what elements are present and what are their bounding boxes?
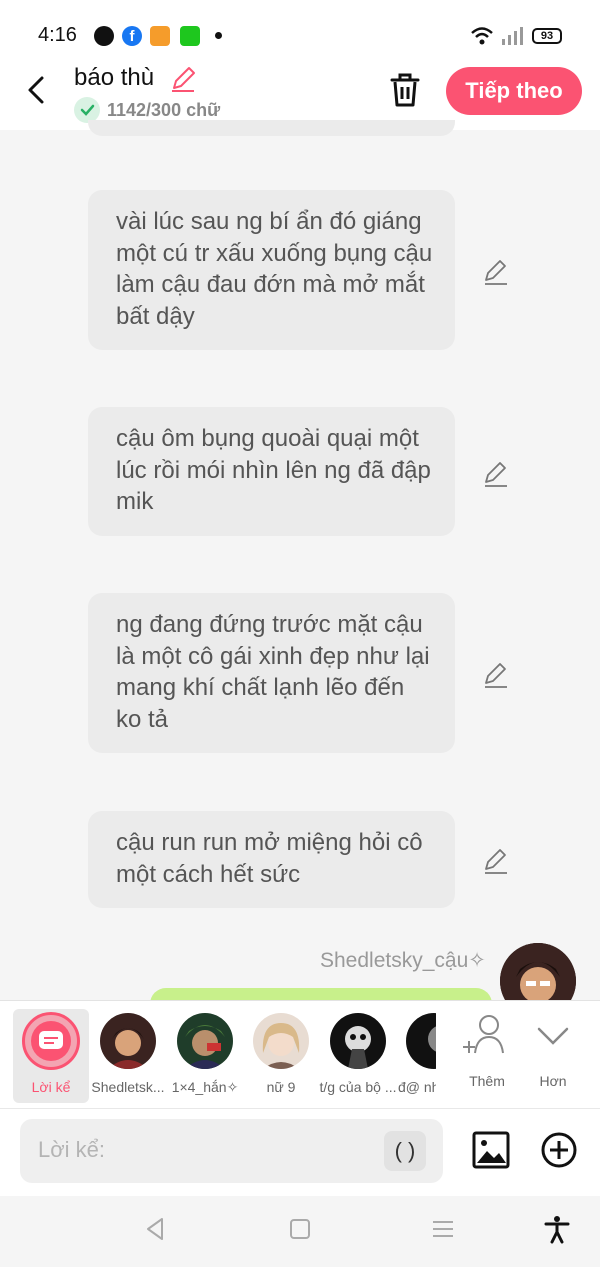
story-title: báo thù (74, 64, 155, 91)
image-icon[interactable] (472, 1131, 510, 1169)
narrator-icon (22, 1012, 80, 1070)
input-area: Lời kể: ( ) (0, 1108, 600, 1196)
chevron-down-icon (537, 1027, 569, 1045)
nav-home-icon[interactable] (285, 1214, 315, 1244)
message-bubble[interactable]: cậu ôm bụng quoài quại một lúc rồi mói n… (88, 407, 455, 536)
character-avatar (253, 1013, 309, 1069)
message-bubble[interactable]: vài lúc sau ng bí ẩn đó giáng một cú tr … (88, 190, 455, 350)
wifi-icon (471, 27, 493, 45)
delete-button[interactable] (386, 70, 424, 110)
character-label: 1×4_hắn✧ (171, 1079, 239, 1095)
character-narrator[interactable]: Lời kể (13, 1009, 89, 1103)
edit-message-icon[interactable] (482, 661, 510, 689)
character-label: t/g của bộ ... (319, 1079, 397, 1095)
parentheses-button[interactable]: ( ) (384, 1131, 426, 1171)
character-item[interactable]: t/g của bộ ... (319, 1009, 397, 1103)
character-item[interactable]: Shedletsk... (90, 1009, 166, 1103)
more-button[interactable]: Hơn (521, 1011, 585, 1101)
battery-icon: 93 (532, 28, 562, 44)
character-bar: Lời kể Shedletsk... 1×4_hắn✧ nữ 9 t/g củ… (0, 1000, 600, 1108)
status-bar: 4:16 f 93 (0, 0, 600, 60)
character-label: đ@ nh (398, 1079, 436, 1095)
back-button[interactable] (22, 72, 54, 108)
system-nav-bar (0, 1196, 600, 1267)
previous-message-bubble[interactable] (88, 120, 455, 136)
nav-recents-icon[interactable] (428, 1214, 458, 1244)
edit-message-icon[interactable] (482, 460, 510, 488)
sheet-icon (180, 26, 200, 46)
character-avatar (177, 1013, 233, 1069)
input-placeholder: Lời kể: (38, 1137, 106, 1162)
character-avatar (100, 1013, 156, 1069)
message-bubble[interactable]: ng đang đứng trước mặt cậu là một cô gái… (88, 593, 455, 753)
more-label: Hơn (539, 1073, 567, 1089)
character-avatar (330, 1013, 386, 1069)
messenger-icon (94, 26, 114, 46)
character-label: nữ 9 (266, 1079, 296, 1095)
status-time: 4:16 (38, 24, 77, 46)
edit-message-icon[interactable] (482, 258, 510, 286)
nav-back-icon[interactable] (140, 1214, 170, 1244)
message-bubble[interactable]: cậu run run mở miệng hỏi cô một cách hết… (88, 811, 455, 908)
word-count: 1142/300 chữ (107, 100, 221, 120)
character-item[interactable]: đ@ nh (396, 1009, 436, 1103)
add-icon[interactable] (540, 1131, 578, 1169)
accessibility-icon[interactable] (542, 1214, 572, 1244)
narration-input[interactable]: Lời kể: ( ) (20, 1119, 443, 1183)
edit-message-icon[interactable] (482, 847, 510, 875)
character-avatar (406, 1013, 436, 1069)
character-item[interactable]: 1×4_hắn✧ (167, 1009, 243, 1103)
add-label: Thêm (469, 1073, 505, 1089)
add-person-icon (463, 1015, 504, 1054)
next-button[interactable]: Tiếp theo (446, 67, 582, 115)
speaker-name: Shedletsky_cậu✧ (320, 949, 486, 972)
game-icon (150, 26, 170, 46)
character-label: Shedletsk... (91, 1079, 165, 1095)
notification-dot (215, 32, 222, 39)
character-label: Lời kể (31, 1079, 71, 1095)
edit-title-icon[interactable] (168, 64, 198, 94)
character-item[interactable]: nữ 9 (243, 1009, 319, 1103)
add-character-button[interactable]: Thêm (455, 1011, 519, 1101)
signal-icon (502, 27, 523, 45)
facebook-icon: f (122, 26, 142, 46)
